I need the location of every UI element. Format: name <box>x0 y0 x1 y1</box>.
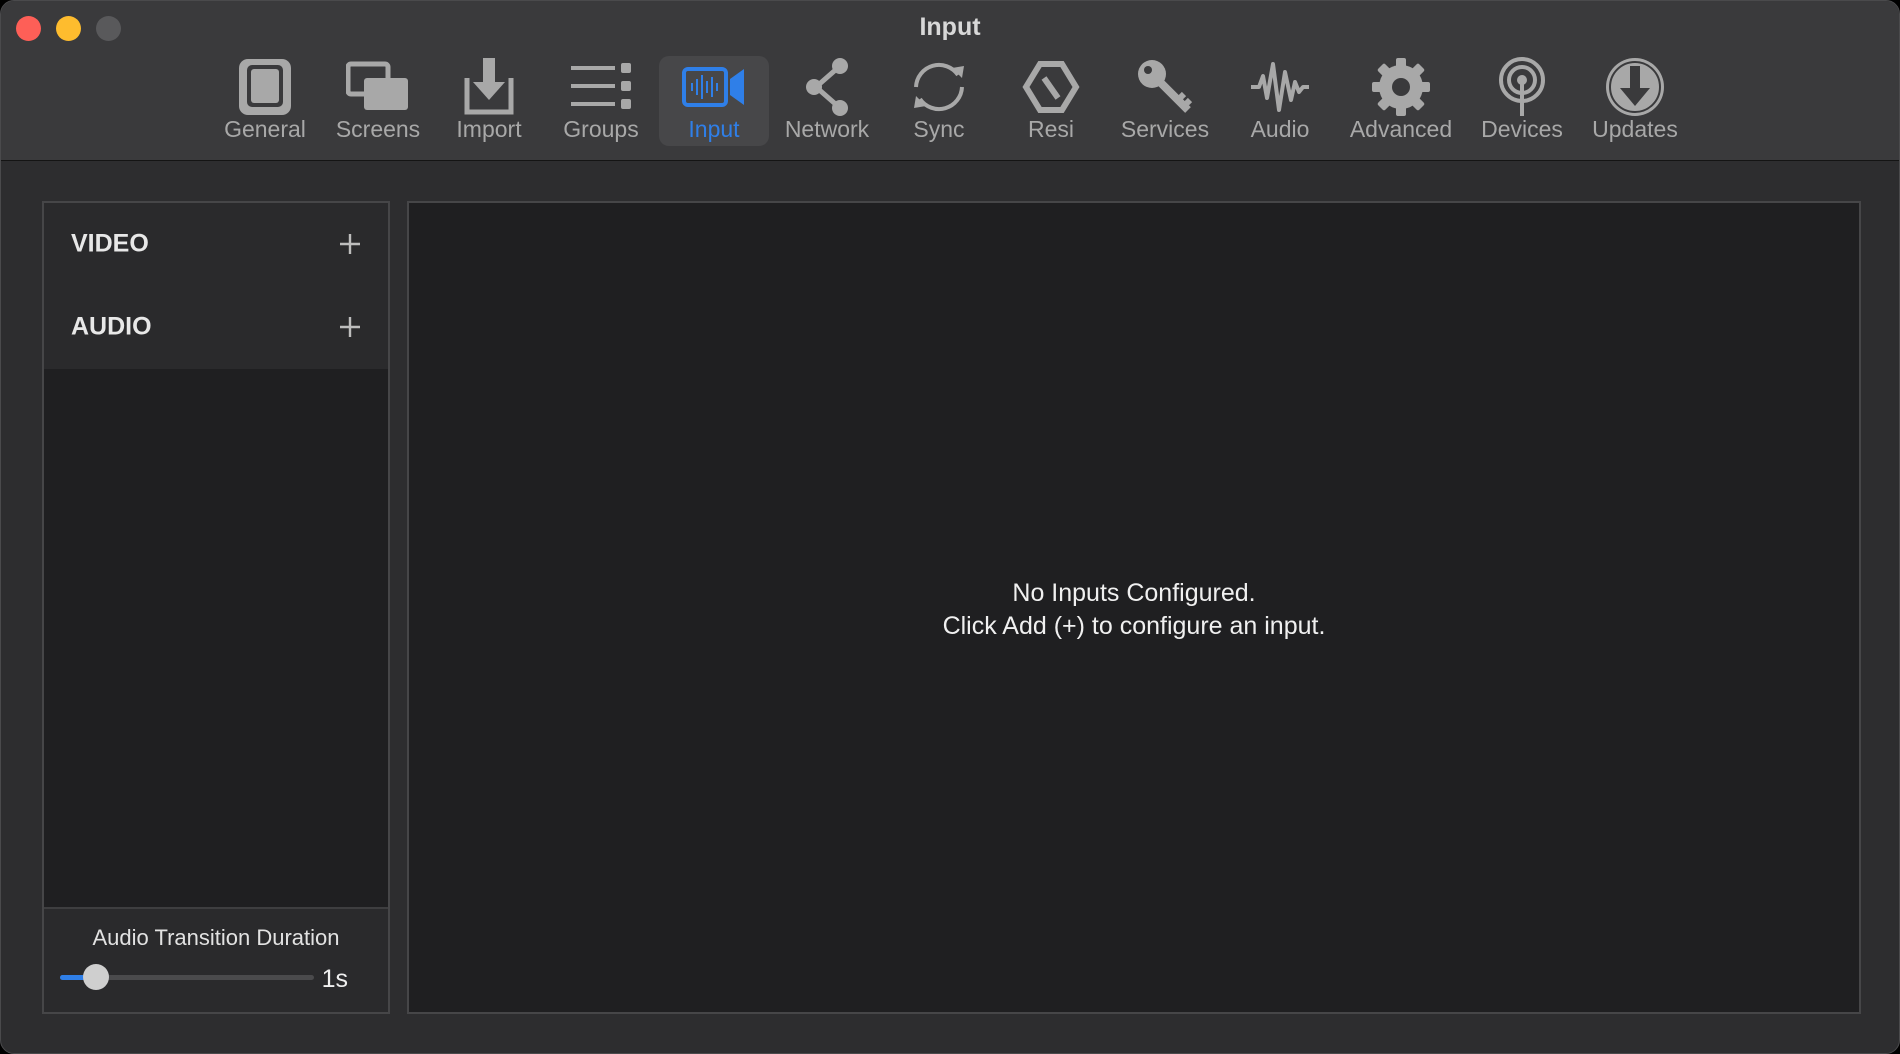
toolbar-input[interactable]: Input <box>659 56 769 146</box>
toolbar-audio[interactable]: Audio <box>1241 56 1319 146</box>
audio-transition-panel: Audio Transition Duration 1s <box>44 907 388 1012</box>
toolbar-network[interactable]: Network <box>781 56 873 146</box>
resi-icon <box>1016 56 1086 118</box>
audio-transition-value: 1s <box>321 965 348 993</box>
share-icon <box>792 56 862 118</box>
preferences-window: Input General Screens Import Groups Inpu… <box>0 0 1900 1054</box>
toolbar-resi[interactable]: Resi <box>1013 56 1089 146</box>
gear-icon <box>1366 56 1436 118</box>
toolbar-label: Audio <box>1250 116 1310 142</box>
empty-state-line-2: Click Add (+) to configure an input. <box>942 612 1326 640</box>
slider-thumb[interactable] <box>82 964 109 990</box>
download-icon <box>1600 56 1670 118</box>
add-audio-button[interactable] <box>339 316 361 338</box>
toolbar-label: General <box>224 116 306 142</box>
video-section-label: VIDEO <box>71 229 149 258</box>
toolbar-label: Updates <box>1592 116 1678 142</box>
audio-transition-label: Audio Transition Duration <box>92 925 340 950</box>
toolbar-groups[interactable]: Groups <box>559 56 643 146</box>
toolbar-import[interactable]: Import <box>449 56 529 146</box>
device-icon <box>230 56 300 118</box>
sync-icon <box>904 56 974 118</box>
toolbar-devices[interactable]: Devices <box>1475 56 1569 146</box>
groups-icon <box>566 56 636 118</box>
import-icon <box>454 56 524 118</box>
toolbar-advanced[interactable]: Advanced <box>1347 56 1455 146</box>
toolbar-updates[interactable]: Updates <box>1591 56 1679 146</box>
window-title: Input <box>919 13 981 41</box>
empty-state-message: No Inputs Configured. Click Add (+) to c… <box>409 577 1859 643</box>
title-bar: Input General Screens Import Groups Inpu… <box>1 1 1899 161</box>
toolbar-label: Sync <box>913 116 965 142</box>
toolbar-label: Services <box>1120 116 1210 142</box>
toolbar-label: Input <box>688 116 740 142</box>
toolbar-label: Screens <box>335 116 421 142</box>
audio-section-header: AUDIO <box>44 285 388 369</box>
video-input-icon <box>679 56 749 118</box>
video-section-header: VIDEO <box>44 203 388 285</box>
audio-transition-slider[interactable] <box>60 964 314 990</box>
empty-state-line-1: No Inputs Configured. <box>1012 579 1256 607</box>
input-detail-panel: No Inputs Configured. Click Add (+) to c… <box>407 201 1861 1014</box>
toolbar-label: Resi <box>1027 116 1074 142</box>
toolbar-label: Groups <box>563 116 639 142</box>
toolbar-sync[interactable]: Sync <box>899 56 979 146</box>
audio-section-label: AUDIO <box>71 312 152 341</box>
antenna-icon <box>1487 56 1557 118</box>
toolbar-label: Import <box>456 116 522 142</box>
input-list-panel: VIDEO AUDIO Audio Transition Duration 1s <box>42 201 390 1014</box>
key-icon <box>1130 56 1200 118</box>
toolbar-label: Network <box>784 116 870 142</box>
add-video-button[interactable] <box>339 233 361 255</box>
toolbar-label: Advanced <box>1349 116 1453 142</box>
toolbar-screens[interactable]: Screens <box>331 56 425 146</box>
toolbar-label: Devices <box>1481 116 1563 142</box>
screens-icon <box>343 56 413 118</box>
toolbar-general[interactable]: General <box>219 56 311 146</box>
waveform-icon <box>1245 56 1315 118</box>
toolbar-services[interactable]: Services <box>1116 56 1214 146</box>
